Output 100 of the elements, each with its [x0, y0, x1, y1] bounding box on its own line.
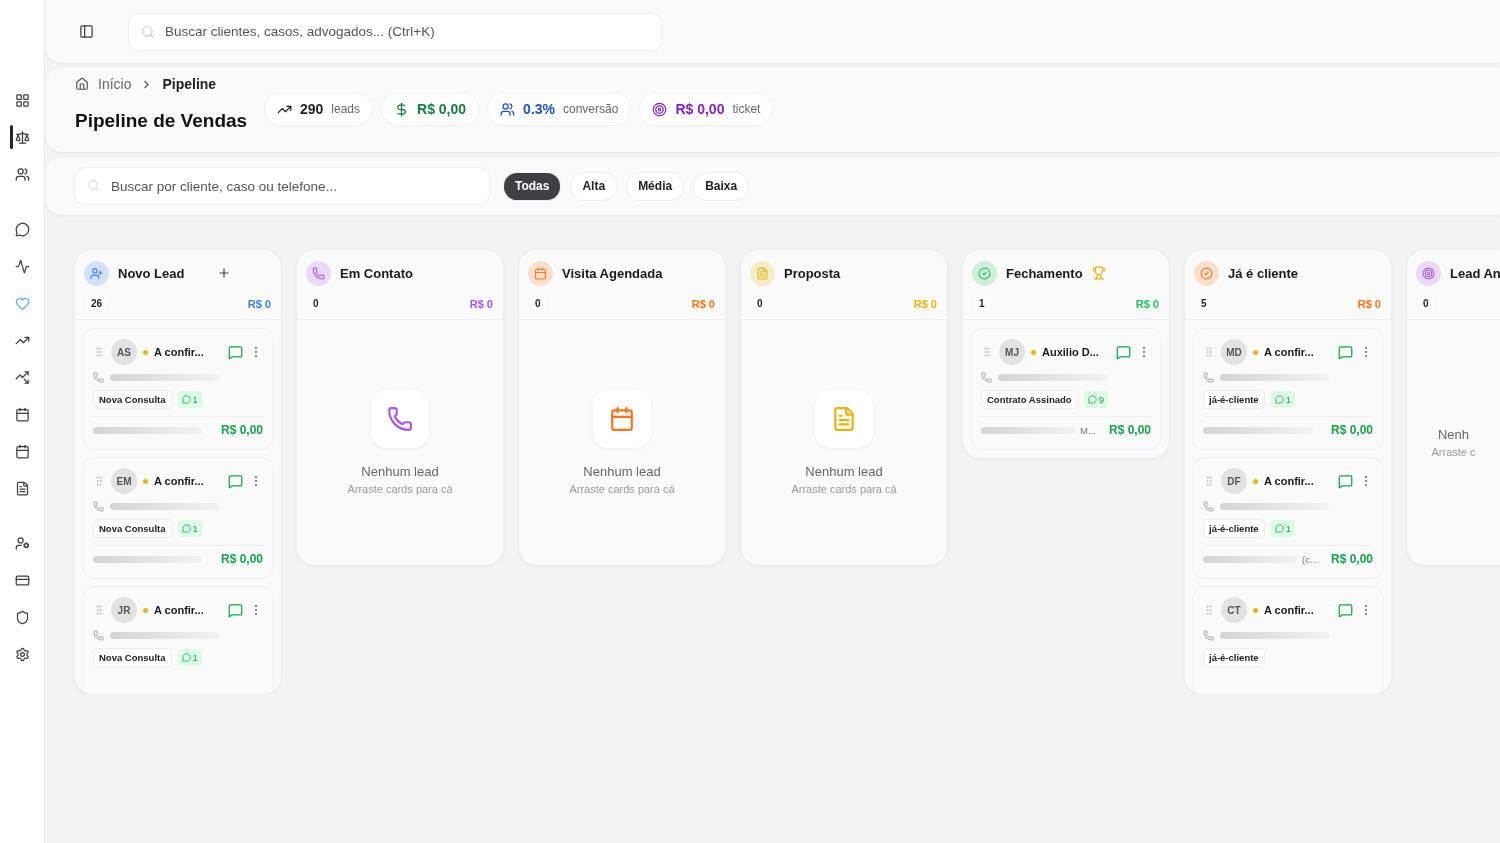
- column-total: R$ 0: [1357, 297, 1381, 310]
- stage-tag: já-é-cliente: [1203, 519, 1265, 538]
- lead-card[interactable]: DF A confir... já-é-cliente 1 (c... R$ 0,00: [1193, 458, 1383, 578]
- column-title: Em Contato: [340, 265, 413, 281]
- lead-name: A confir...: [1264, 475, 1315, 487]
- column-title: Visita Agendada: [562, 265, 663, 281]
- stat-label: ticket: [732, 102, 761, 116]
- lead-card[interactable]: AS A confir... Nova Consulta 1 R$ 0,00: [83, 329, 273, 449]
- search-field[interactable]: Buscar clientes, casos, advogados... (Ctrl+K): [129, 13, 661, 50]
- phone-icon: [1203, 630, 1214, 641]
- chat-icon[interactable]: [1338, 602, 1353, 618]
- search-icon: [141, 24, 155, 39]
- chat-icon: [181, 524, 191, 533]
- search-icon: [87, 179, 100, 192]
- drag-handle-icon[interactable]: [93, 604, 105, 616]
- add-icon[interactable]: [217, 266, 232, 280]
- users-icon: [14, 166, 30, 182]
- priority-filter-chip[interactable]: Todas: [504, 172, 561, 200]
- chat-icon[interactable]: [228, 344, 243, 360]
- drag-handle-icon[interactable]: [1203, 475, 1215, 487]
- phone-icon: [981, 372, 992, 383]
- avatar: CT: [1221, 597, 1247, 623]
- priority-filter-chip[interactable]: Alta: [571, 172, 617, 200]
- lead-card[interactable]: CT A confir... já-é-cliente: [1193, 587, 1383, 694]
- calendar-icon: [14, 443, 30, 459]
- priority-filter-chip[interactable]: Média: [627, 172, 684, 200]
- sidebar-toggle-icon[interactable]: [79, 24, 94, 39]
- column-title: Proposta: [784, 265, 841, 281]
- lead-count: 0: [1418, 296, 1434, 311]
- lead-count: 0: [530, 296, 546, 311]
- phone-icon: [371, 390, 429, 448]
- calendar-icon: [593, 390, 651, 448]
- column-title: Já é cliente: [1228, 265, 1299, 281]
- chat-icon: [14, 221, 30, 237]
- column-total: R$ 0: [247, 297, 271, 310]
- avatar: MD: [1221, 339, 1247, 365]
- empty-title: Nenhum lead: [805, 464, 883, 479]
- lead-count: 26: [86, 296, 108, 311]
- lead-card[interactable]: MJ Auxilio D... Contrato Assinado 9 M... R$ 0,00: [971, 329, 1161, 449]
- column-total: R$ 0: [1135, 297, 1159, 310]
- trend-icon: [14, 369, 30, 385]
- empty-hint: Arraste cards para cá: [569, 483, 675, 495]
- lead-name: Auxilio D...: [1042, 346, 1100, 358]
- priority-filter-chip[interactable]: Baixa: [694, 172, 749, 200]
- lead-name: A confir...: [1264, 604, 1315, 616]
- lead-value: R$ 0,00: [1330, 552, 1373, 566]
- stat-value: 290: [300, 101, 324, 117]
- column-total: R$ 0: [691, 297, 715, 310]
- lead-card[interactable]: EM A confir... Nova Consulta 1 R$ 0,00: [83, 458, 273, 578]
- document-icon: [815, 390, 873, 448]
- document-icon: [14, 480, 30, 496]
- breadcrumb-link[interactable]: Início: [98, 76, 132, 92]
- search-field[interactable]: Buscar por cliente, caso ou telefone...: [75, 168, 489, 204]
- drag-handle-icon[interactable]: [1203, 346, 1215, 358]
- scale-icon: [14, 129, 30, 145]
- lead-value: R$ 0,00: [220, 423, 263, 437]
- stat-value: R$ 0,00: [675, 101, 725, 117]
- lead-value: R$ 0,00: [1108, 423, 1151, 437]
- avatar: AS: [111, 339, 137, 365]
- chat-icon[interactable]: [1338, 344, 1353, 360]
- lead-name: A confir...: [154, 604, 205, 616]
- chat-icon: [1087, 395, 1097, 404]
- drag-handle-icon[interactable]: [981, 346, 993, 358]
- stat-label: conversão: [563, 102, 619, 116]
- avatar: DF: [1221, 468, 1247, 494]
- drag-handle-icon[interactable]: [1203, 604, 1215, 616]
- column-total: R$ 0: [469, 297, 493, 310]
- users-icon: [500, 101, 516, 117]
- breadcrumb-current: Pipeline: [162, 76, 217, 92]
- lead-name: A confir...: [154, 346, 205, 358]
- drag-handle-icon[interactable]: [93, 475, 105, 487]
- lead-name: A confir...: [1264, 346, 1315, 358]
- drag-handle-icon[interactable]: [93, 346, 105, 358]
- chat-icon[interactable]: [1116, 344, 1131, 360]
- message-count: 1: [192, 394, 198, 405]
- empty-title: Nenhum lead: [361, 464, 439, 479]
- stat-value: R$ 0,00: [417, 101, 467, 117]
- empty-title: Nenhum lead: [583, 464, 661, 479]
- stage-tag: Nova Consulta: [93, 648, 172, 667]
- message-count: 1: [1285, 394, 1291, 405]
- lead-card[interactable]: MD A confir... já-é-cliente 1 R$ 0,00: [1193, 329, 1383, 449]
- message-count: 1: [192, 523, 198, 534]
- chat-icon[interactable]: [228, 473, 243, 489]
- target-icon: [652, 101, 668, 117]
- stage-tag: já-é-cliente: [1203, 390, 1265, 409]
- chat-icon[interactable]: [1338, 473, 1353, 489]
- empty-hint: Arraste c: [1431, 446, 1476, 458]
- lead-value: R$ 0,00: [1330, 423, 1373, 437]
- heart-icon: [14, 295, 30, 311]
- home-icon[interactable]: [75, 77, 89, 91]
- chat-icon[interactable]: [228, 602, 243, 618]
- page-title: Pipeline de Vendas: [75, 110, 249, 132]
- phone-icon: [93, 372, 104, 383]
- column-total: R$ 0: [913, 297, 937, 310]
- phone-icon: [93, 501, 104, 512]
- name-fragment: M...: [1080, 424, 1096, 436]
- chat-icon: [1274, 524, 1284, 533]
- chat-icon: [181, 395, 191, 404]
- lead-card[interactable]: JR A confir... Nova Consulta 1: [83, 587, 273, 694]
- column-title: Novo Lead: [118, 265, 185, 281]
